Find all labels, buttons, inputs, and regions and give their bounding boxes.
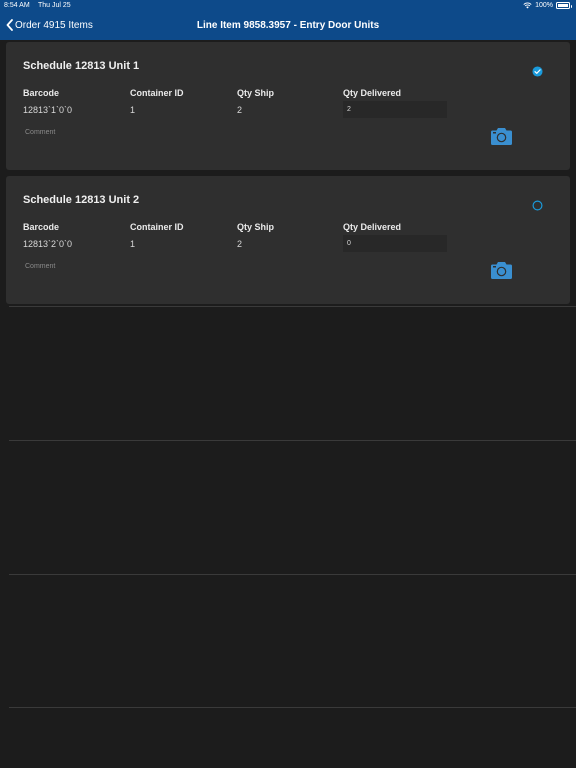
qty-delivered-input[interactable] <box>343 101 447 118</box>
page-title: Line Item 9858.3957 - Entry Door Units <box>196 20 380 31</box>
empty-circle-icon[interactable] <box>532 200 543 211</box>
container-id-value: 1 <box>130 105 136 115</box>
unit-title: Schedule 12813 Unit 1 <box>23 60 140 72</box>
qty-ship-value: 2 <box>237 105 243 115</box>
wifi-icon <box>523 2 532 9</box>
status-time: 8:54 AM <box>4 2 30 9</box>
barcode-header: Barcode <box>23 88 60 98</box>
container-id-header: Container ID <box>130 222 184 232</box>
unit-card[interactable]: Schedule 12813 Unit 2 Barcode Container … <box>6 176 570 304</box>
barcode-header: Barcode <box>23 222 60 232</box>
comment-field[interactable] <box>23 126 323 138</box>
qty-delivered-header: Qty Delivered <box>343 88 402 98</box>
list-separator <box>9 440 576 441</box>
comment-field[interactable] <box>23 260 323 272</box>
unit-card[interactable]: Schedule 12813 Unit 1 Barcode Container … <box>6 42 570 170</box>
container-id-value: 1 <box>130 239 136 249</box>
qty-ship-header: Qty Ship <box>237 88 275 98</box>
checkmark-circle-icon[interactable] <box>532 66 543 77</box>
container-id-header: Container ID <box>130 88 184 98</box>
navigation-bar: Order 4915 Items Line Item 9858.3957 - E… <box>0 13 576 40</box>
unit-title: Schedule 12813 Unit 2 <box>23 194 140 206</box>
qty-ship-header: Qty Ship <box>237 222 275 232</box>
top-bar: 8:54 AM Thu Jul 25 100% Order 4915 Items… <box>0 0 576 40</box>
camera-icon[interactable] <box>491 261 512 279</box>
qty-delivered-header: Qty Delivered <box>343 222 402 232</box>
camera-icon[interactable] <box>491 127 512 145</box>
status-date: Thu Jul 25 <box>38 2 71 9</box>
list-separator <box>9 574 576 575</box>
battery-icon <box>556 2 572 9</box>
barcode-value: 12813`2`0`0 <box>23 239 73 249</box>
barcode-value: 12813`1`0`0 <box>23 105 73 115</box>
list-separator <box>9 306 576 307</box>
battery-percent: 100% <box>535 2 553 9</box>
list-separator <box>9 707 576 708</box>
status-bar: 8:54 AM Thu Jul 25 100% <box>0 0 576 13</box>
status-right: 100% <box>523 2 572 9</box>
qty-delivered-input[interactable] <box>343 235 447 252</box>
qty-ship-value: 2 <box>237 239 243 249</box>
